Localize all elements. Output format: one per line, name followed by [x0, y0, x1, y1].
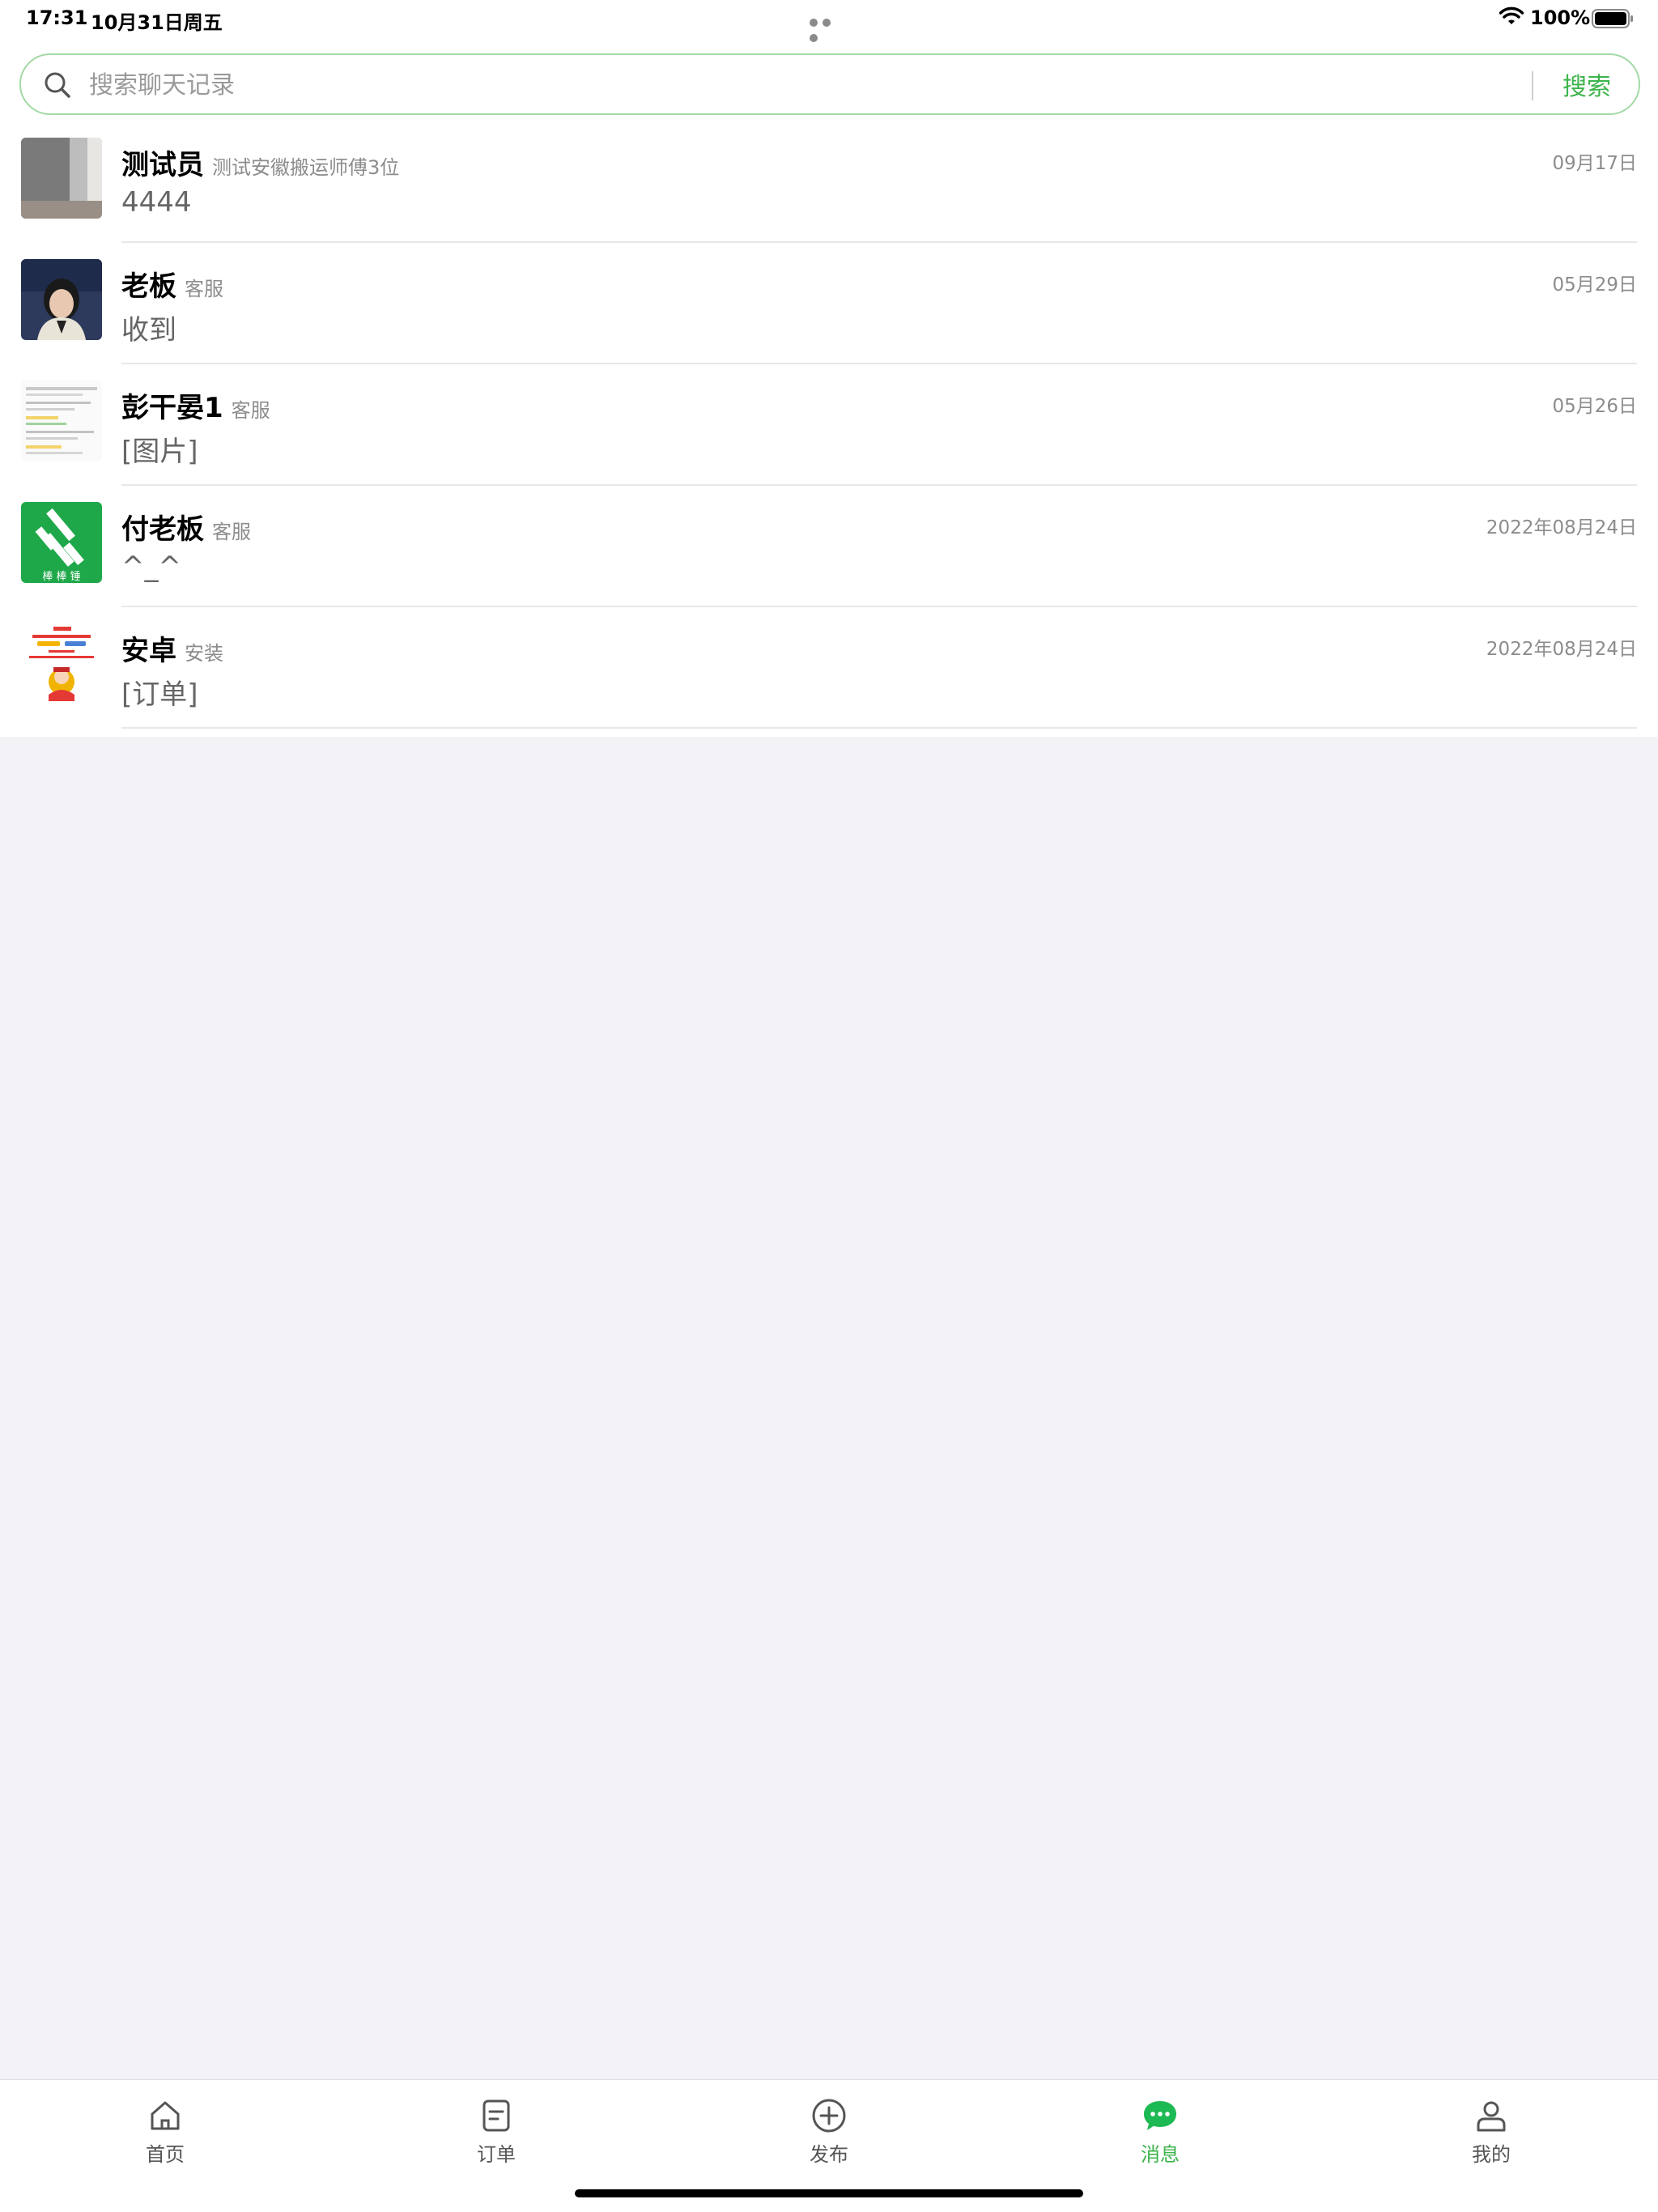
tab-home[interactable]: 首页: [84, 2090, 246, 2171]
search-divider: [1532, 71, 1533, 100]
user-icon: [1477, 2101, 1506, 2132]
contact-name: 测试员: [121, 149, 204, 181]
tab-label: 我的: [1472, 2143, 1511, 2166]
divider: [121, 727, 1637, 729]
search-input[interactable]: [89, 66, 1530, 104]
avatar: 棒 棒 锤: [21, 502, 102, 583]
contact-role: 安装: [185, 642, 223, 665]
order-icon: [483, 2099, 510, 2132]
avatar: [21, 259, 102, 340]
avatar: [21, 138, 102, 219]
conversation-time: 09月17日: [1552, 153, 1637, 174]
tab-publish[interactable]: 发布: [748, 2090, 910, 2171]
logo-text: 棒 棒 锤: [42, 571, 80, 583]
battery-percent: 100%: [1530, 6, 1591, 29]
contact-name: 付老板: [121, 513, 204, 546]
conversation-item[interactable]: 测试员 测试安徽搬运师傅3位 09月17日 4444: [0, 121, 1658, 243]
tab-profile[interactable]: 我的: [1410, 2090, 1572, 2171]
battery-icon: [1592, 9, 1633, 28]
plus-circle-icon: [812, 2099, 846, 2133]
conversation-item[interactable]: 彭干晏1 客服 05月26日 [图片]: [0, 364, 1658, 486]
home-icon: [151, 2101, 180, 2130]
conversation-name: 测试员 测试安徽搬运师傅3位: [121, 143, 399, 182]
message-icon: [1144, 2101, 1176, 2130]
tab-label: 首页: [146, 2143, 185, 2166]
tab-label: 订单: [477, 2143, 516, 2166]
conversation-time: 2022年08月24日: [1486, 517, 1637, 538]
status-bar: 17:31 10月31日周五 100%: [0, 0, 1658, 42]
conversation-item[interactable]: 安卓 安装 2022年08月24日 [订单]: [0, 607, 1658, 729]
search-bar: 搜索: [19, 53, 1640, 115]
tab-orders[interactable]: 订单: [415, 2090, 577, 2171]
conversation-item[interactable]: 棒 棒 锤 付老板 客服 2022年08月24日 ^_^: [0, 486, 1658, 607]
last-message: ^_^: [121, 551, 181, 583]
contact-role: 测试安徽搬运师傅3位: [212, 156, 400, 179]
last-message: [订单]: [121, 678, 198, 711]
conversation-time: 2022年08月24日: [1486, 639, 1637, 660]
contact-name: 老板: [121, 270, 176, 303]
conversation-name: 彭干晏1 客服: [121, 385, 270, 425]
home-indicator[interactable]: [575, 2189, 1083, 2197]
last-message: 4444: [121, 186, 192, 219]
multitasking-dots-icon[interactable]: [810, 15, 847, 42]
contact-name: 安卓: [121, 635, 176, 667]
avatar: [21, 381, 102, 462]
contact-name: 彭干晏1: [121, 392, 223, 424]
conversation-time: 05月26日: [1552, 396, 1637, 417]
search-button[interactable]: 搜索: [1562, 66, 1611, 102]
conversation-time: 05月29日: [1552, 274, 1637, 296]
contact-role: 客服: [212, 521, 251, 543]
last-message: [图片]: [121, 436, 198, 468]
status-date: 10月31日周五: [91, 11, 223, 34]
last-message: 收到: [121, 314, 176, 347]
conversation-name: 老板 客服: [121, 264, 223, 304]
search-icon: [45, 72, 70, 98]
conversation-name: 安卓 安装: [121, 628, 223, 668]
conversation-item[interactable]: 老板 客服 05月29日 收到: [0, 243, 1658, 364]
status-time: 17:31: [26, 6, 88, 29]
conversation-list: 测试员 测试安徽搬运师傅3位 09月17日 4444 老板 客服 05月29日 收到: [0, 121, 1658, 729]
tab-label: 发布: [810, 2143, 848, 2166]
avatar: [21, 623, 102, 704]
wifi-icon: [1499, 6, 1524, 24]
conversation-name: 付老板 客服: [121, 507, 251, 547]
tab-label: 消息: [1141, 2143, 1180, 2166]
contact-role: 客服: [185, 278, 223, 300]
contact-role: 客服: [231, 399, 270, 422]
tab-messages[interactable]: 消息: [1079, 2090, 1241, 2171]
